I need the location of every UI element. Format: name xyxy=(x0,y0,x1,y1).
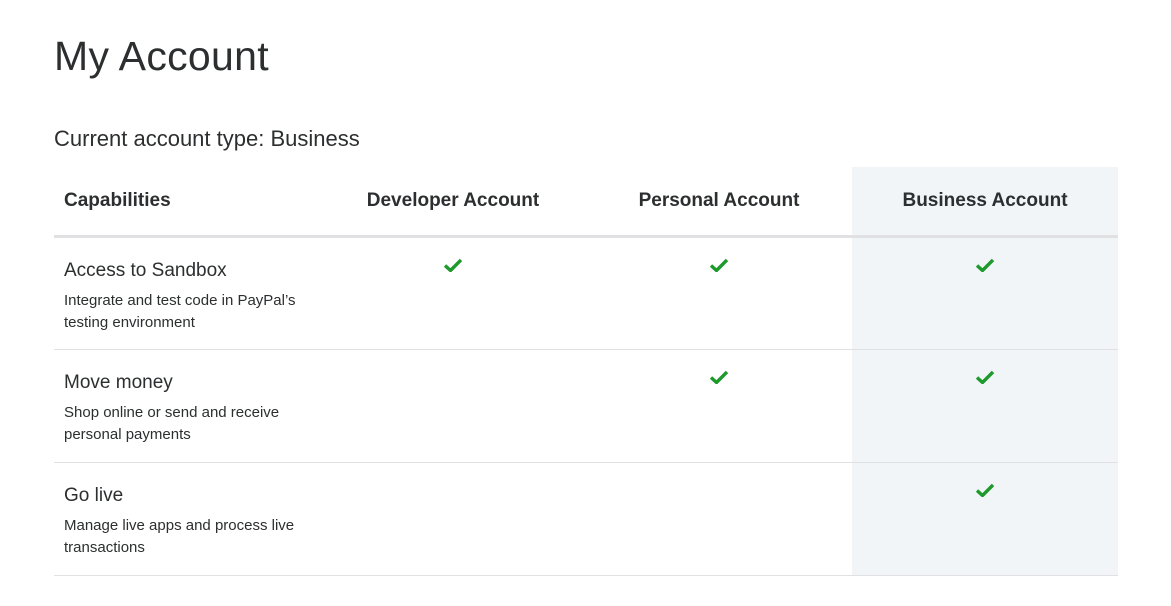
capability-cell: Move money Shop online or send and receiv… xyxy=(54,349,320,463)
capabilities-table: Capabilities Developer Account Personal … xyxy=(54,167,1118,576)
page-title: My Account xyxy=(54,33,269,79)
table-row: Go live Manage live apps and process live… xyxy=(54,462,1118,576)
capability-title: Move money xyxy=(64,371,173,393)
developer-cell xyxy=(320,236,586,350)
header-personal: Personal Account xyxy=(586,167,852,238)
check-icon xyxy=(976,258,994,272)
developer-cell xyxy=(320,349,586,463)
personal-cell xyxy=(586,349,852,463)
capability-title: Access to Sandbox xyxy=(64,259,227,281)
check-icon xyxy=(444,258,462,272)
header-developer: Developer Account xyxy=(320,167,586,238)
check-icon xyxy=(710,370,728,384)
table-row: Access to Sandbox Integrate and test code… xyxy=(54,236,1118,350)
capability-description: Manage live apps and process live transa… xyxy=(64,516,295,556)
table-row: Move money Shop online or send and receiv… xyxy=(54,349,1118,463)
account-type: Current account type: Business xyxy=(54,126,360,151)
capability-description: Shop online or send and receive personal… xyxy=(64,403,280,443)
capability-cell: Go live Manage live apps and process live… xyxy=(54,462,320,576)
table-header-row: Capabilities Developer Account Personal … xyxy=(54,167,1118,238)
capability-description: Integrate and test code in PayPal’s test… xyxy=(64,291,296,331)
business-cell xyxy=(852,349,1118,463)
check-icon xyxy=(976,483,994,497)
check-icon xyxy=(710,258,728,272)
developer-cell xyxy=(320,462,586,576)
header-business: Business Account xyxy=(852,167,1118,238)
business-cell xyxy=(852,236,1118,350)
header-capabilities: Capabilities xyxy=(54,167,320,238)
business-cell xyxy=(852,462,1118,576)
check-icon xyxy=(976,370,994,384)
personal-cell xyxy=(586,236,852,350)
capability-cell: Access to Sandbox Integrate and test code… xyxy=(54,236,320,350)
capability-title: Go live xyxy=(64,484,124,506)
personal-cell xyxy=(586,462,852,576)
